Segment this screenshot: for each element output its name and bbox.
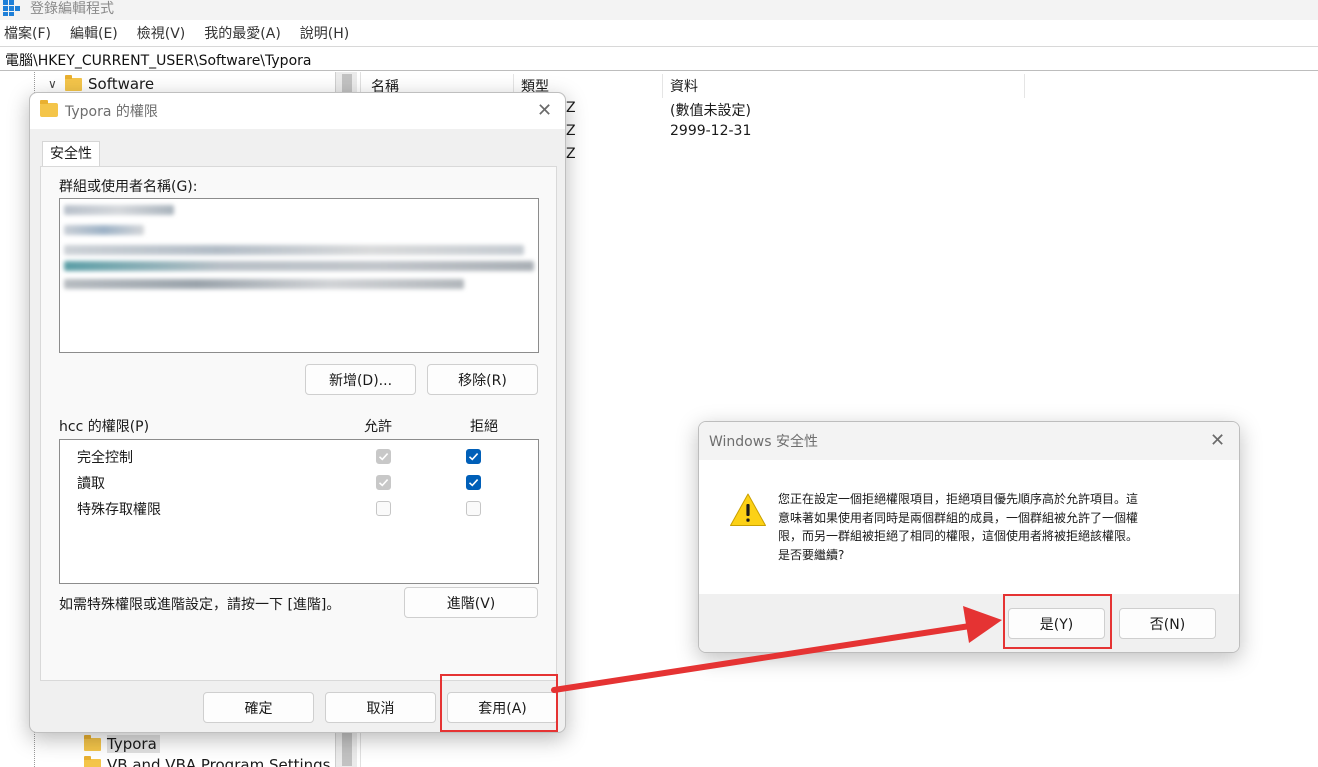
warning-message-line: 意味著如果使用者同時是兩個群組的成員，一個群組被允許了一個權 — [778, 510, 1139, 525]
tree-node-label: Software — [88, 75, 155, 93]
value-data-cell: 2999-12-31 — [670, 123, 752, 139]
deny-read-checkbox[interactable] — [466, 475, 481, 490]
address-path: 電腦\HKEY_CURRENT_USER\Software\Typora — [5, 53, 312, 69]
tree-node-label: Typora — [107, 735, 160, 753]
address-bar[interactable]: 電腦\HKEY_CURRENT_USER\Software\Typora — [0, 46, 1318, 71]
warning-message-line: 限，而另一群組被拒絕了相同的權限，這個使用者將被拒絕該權限。 — [778, 529, 1139, 543]
permission-read: 讀取 — [77, 476, 105, 492]
deny-header: 拒絕 — [470, 419, 498, 435]
no-button[interactable]: 否(N) — [1119, 608, 1216, 639]
redacted-entry[interactable] — [64, 261, 534, 271]
folder-icon — [84, 755, 101, 767]
tree-node-label: VB and VBA Program Settings — [107, 756, 331, 767]
permissions-list: 完全控制 讀取 特殊存取權限 — [59, 439, 539, 584]
cancel-button[interactable]: 取消 — [325, 692, 436, 723]
dialog-titlebar: Typora 的權限 ✕ — [30, 93, 565, 129]
redacted-entry[interactable] — [64, 279, 464, 289]
deny-special-checkbox — [466, 501, 481, 516]
menu-favorites[interactable]: 我的最愛(A) — [204, 23, 281, 43]
yes-highlight-box — [1003, 594, 1112, 649]
warning-message-line: 是否要繼續? — [778, 547, 845, 562]
close-icon[interactable]: ✕ — [1210, 432, 1225, 450]
remove-button[interactable]: 移除(R) — [427, 364, 538, 395]
deny-full-control-checkbox[interactable] — [466, 449, 481, 464]
allow-header: 允許 — [364, 419, 392, 435]
advanced-hint: 如需特殊權限或進階設定，請按一下 [進階]。 — [59, 597, 341, 613]
redacted-entry[interactable] — [64, 225, 144, 235]
folder-icon — [40, 100, 58, 117]
warning-message: 您正在設定一個拒絕權限項目，拒絕項目優先順序高於允許項目。這 意味著如果使用者同… — [778, 490, 1218, 564]
group-user-list[interactable] — [59, 198, 539, 353]
permission-special: 特殊存取權限 — [77, 502, 161, 518]
apply-highlight-box — [440, 674, 558, 732]
ok-button[interactable]: 確定 — [203, 692, 314, 723]
column-data[interactable]: 資料 — [670, 76, 698, 96]
group-list-label: 群組或使用者名稱(G): — [59, 179, 198, 195]
tab-security[interactable]: 安全性 — [42, 141, 100, 167]
dialog-footer: 是(Y) 否(N) — [699, 594, 1239, 652]
folder-icon — [65, 74, 82, 91]
dialog-titlebar: Windows 安全性 ✕ — [699, 422, 1239, 460]
advanced-button[interactable]: 進階(V) — [404, 587, 538, 618]
warning-message-line: 您正在設定一個拒絕權限項目，拒絕項目優先順序高於允許項目。這 — [778, 492, 1139, 506]
permission-full-control: 完全控制 — [77, 450, 133, 466]
permissions-label: hcc 的權限(P) — [59, 419, 150, 435]
column-divider[interactable] — [662, 74, 663, 98]
value-data-cell: (數值未設定) — [670, 103, 751, 119]
tree-node-vb-settings[interactable]: VB and VBA Program Settings — [84, 755, 331, 767]
chevron-down-icon[interactable]: ∨ — [48, 77, 57, 91]
value-type-cell: Z — [566, 100, 576, 116]
tree-node-software[interactable]: ∨ Software — [48, 74, 155, 93]
add-button[interactable]: 新增(D)... — [305, 364, 416, 395]
warning-icon — [730, 493, 766, 526]
redacted-entry[interactable] — [64, 205, 174, 215]
tree-node-typora[interactable]: Typora — [84, 734, 160, 753]
permissions-dialog: Typora 的權限 ✕ 安全性 群組或使用者名稱(G): 新增(D)... 移… — [29, 92, 566, 733]
menu-edit[interactable]: 編輯(E) — [70, 23, 118, 43]
security-warning-dialog: Windows 安全性 ✕ 您正在設定一個拒絕權限項目，拒絕項目優先順序高於允許… — [698, 421, 1240, 653]
registry-editor-icon — [3, 0, 20, 16]
menu-view[interactable]: 檢視(V) — [137, 23, 186, 43]
redacted-entry[interactable] — [64, 245, 524, 255]
menu-bar: 檔案(F) 編輯(E) 檢視(V) 我的最愛(A) 說明(H) — [0, 20, 1318, 46]
folder-icon — [84, 734, 101, 751]
dialog-title: Windows 安全性 — [709, 434, 818, 450]
dialog-title: Typora 的權限 — [65, 104, 158, 120]
allow-read-checkbox — [376, 475, 391, 490]
value-type-cell: Z — [566, 123, 576, 139]
allow-special-checkbox — [376, 501, 391, 516]
column-divider[interactable] — [1024, 74, 1025, 98]
close-icon[interactable]: ✕ — [537, 102, 552, 120]
security-tab-panel: 群組或使用者名稱(G): 新增(D)... 移除(R) hcc 的權限(P) 允… — [40, 166, 557, 681]
menu-help[interactable]: 說明(H) — [300, 23, 349, 43]
allow-full-control-checkbox — [376, 449, 391, 464]
menu-file[interactable]: 檔案(F) — [4, 23, 51, 43]
title-bar: 登錄編輯程式 — [0, 0, 1318, 20]
value-type-cell: Z — [566, 146, 576, 162]
window-title: 登錄編輯程式 — [30, 1, 114, 17]
